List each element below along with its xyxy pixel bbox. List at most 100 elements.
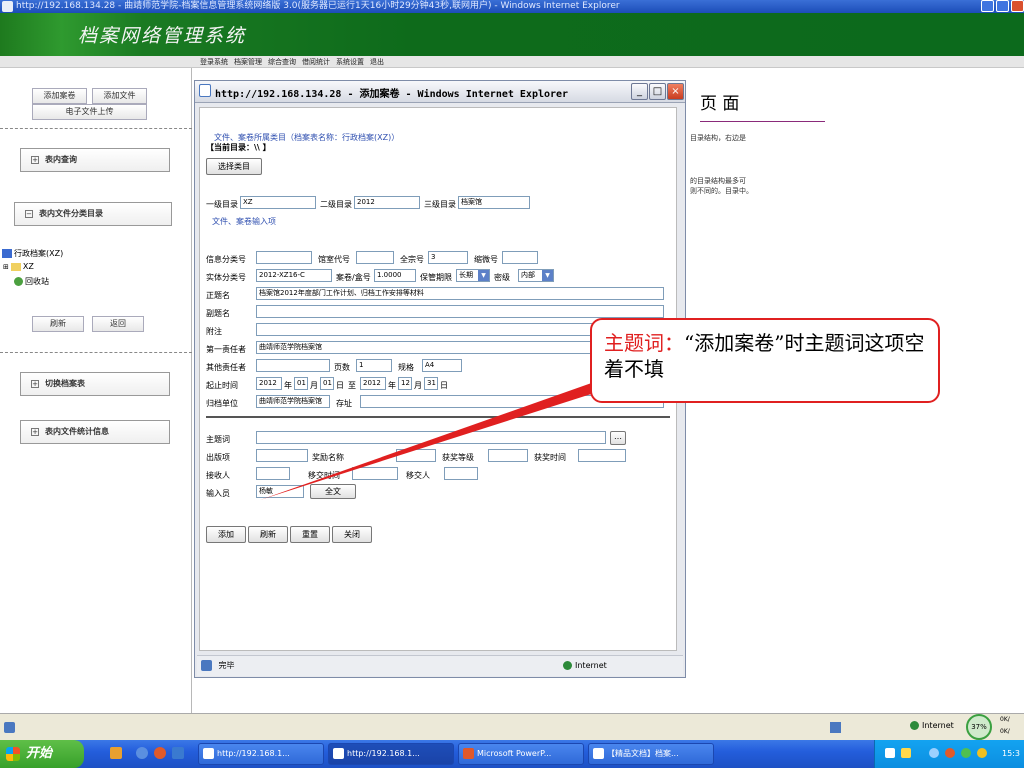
lv1-label: 一级目录 bbox=[206, 200, 238, 209]
globe-icon bbox=[563, 661, 572, 670]
transferor-field[interactable] bbox=[444, 467, 478, 480]
archive-unit-field[interactable]: 曲靖师范学院档案馆 bbox=[256, 395, 330, 408]
date-label: 起止时间 bbox=[206, 381, 238, 390]
taskbar: 开始 http://192.168.1... http://192.168.1.… bbox=[0, 740, 1024, 768]
panel-query[interactable]: + 表内查询 bbox=[20, 148, 170, 172]
clock[interactable]: 15:3 bbox=[1002, 749, 1020, 758]
maximize-icon[interactable]: □ bbox=[649, 83, 666, 100]
publication-field[interactable] bbox=[256, 449, 308, 462]
back-button[interactable]: 返回 bbox=[92, 316, 144, 332]
nav-logout[interactable]: 退出 bbox=[370, 56, 384, 68]
room-code-field[interactable] bbox=[356, 251, 394, 264]
month-label: 月 bbox=[310, 381, 318, 390]
subject-field[interactable] bbox=[256, 431, 606, 444]
panel-catalog[interactable]: − 表内文件分类目录 bbox=[14, 202, 172, 226]
tray-app-icon[interactable] bbox=[977, 748, 987, 758]
tree-recycle[interactable]: 回收站 bbox=[14, 276, 49, 287]
fulltext-button[interactable]: 全文 bbox=[310, 484, 356, 499]
minimize-icon[interactable] bbox=[981, 0, 994, 12]
award-time-label: 获奖时间 bbox=[534, 453, 566, 462]
nav-settings[interactable]: 系统设置 bbox=[336, 56, 364, 68]
system-tray: 15:3 bbox=[874, 740, 1024, 768]
transfer-time-field[interactable] bbox=[352, 467, 398, 480]
other-resp-field[interactable] bbox=[256, 359, 330, 372]
close-button[interactable]: 关闭 bbox=[332, 526, 372, 543]
task-powerpoint[interactable]: Microsoft PowerP... bbox=[458, 743, 584, 765]
period-select[interactable]: 长期 ▼ bbox=[456, 269, 490, 282]
award-name-field[interactable] bbox=[396, 449, 436, 462]
task-ie-2[interactable]: http://192.168.1... bbox=[328, 743, 454, 765]
title-field[interactable]: 档案馆2012年度部门工作计划、归档工作安排等材料 bbox=[256, 287, 664, 300]
app-quicklaunch-icon[interactable] bbox=[172, 747, 184, 759]
secret-select[interactable]: 内部 ▼ bbox=[518, 269, 554, 282]
info-class-field[interactable] bbox=[256, 251, 312, 264]
reset-button[interactable]: 重置 bbox=[290, 526, 330, 543]
start-button[interactable]: 开始 bbox=[0, 740, 84, 768]
tray-app-icon[interactable] bbox=[961, 748, 971, 758]
security-icon bbox=[830, 722, 841, 733]
lv1-field[interactable]: XZ bbox=[240, 196, 316, 209]
zone-indicator: Internet bbox=[563, 656, 607, 676]
pages-field[interactable]: 1 bbox=[356, 359, 392, 372]
start-day-field[interactable]: 01 bbox=[320, 377, 334, 390]
refresh-button[interactable]: 刷新 bbox=[32, 316, 84, 332]
collapse-icon: − bbox=[25, 209, 33, 218]
tray-app-icon[interactable] bbox=[929, 748, 939, 758]
tray-app-icon[interactable] bbox=[945, 748, 955, 758]
entity-field[interactable]: 2012-XZ16-C bbox=[256, 269, 332, 282]
quicklaunch-icon[interactable] bbox=[110, 747, 122, 759]
ie-page-icon bbox=[199, 84, 211, 97]
ie-page-icon bbox=[4, 722, 15, 733]
upload-e-file-button[interactable]: 电子文件上传 bbox=[32, 104, 147, 120]
add-file-button[interactable]: 添加文件 bbox=[92, 88, 147, 104]
top-nav: 登录系统 档案管理 综合查询 借阅统计 系统设置 退出 bbox=[0, 56, 1024, 68]
end-month-field[interactable]: 12 bbox=[398, 377, 412, 390]
help-icon[interactable] bbox=[901, 748, 911, 758]
fonds-field[interactable]: 3 bbox=[428, 251, 468, 264]
box-field[interactable]: 1.0000 bbox=[374, 269, 416, 282]
input-person-field[interactable]: 杨敏 bbox=[256, 485, 304, 498]
minimize-icon[interactable]: _ bbox=[631, 83, 648, 100]
award-level-field[interactable] bbox=[488, 449, 528, 462]
receiver-field[interactable] bbox=[256, 467, 290, 480]
subject-picker-button[interactable]: … bbox=[610, 431, 626, 445]
app-banner: 档案网络管理系统 bbox=[0, 13, 1024, 56]
ie-quicklaunch-icon[interactable] bbox=[136, 747, 148, 759]
printer-icon[interactable] bbox=[885, 748, 895, 758]
start-month-field[interactable]: 01 bbox=[294, 377, 308, 390]
browser-quicklaunch-icon[interactable] bbox=[154, 747, 166, 759]
bg-text-line: 的目录结构最多可 bbox=[690, 177, 746, 185]
nav-archive[interactable]: 档案管理 bbox=[234, 56, 262, 68]
end-year-field[interactable]: 2012 bbox=[360, 377, 386, 390]
publication-label: 出版项 bbox=[206, 453, 230, 462]
add-button[interactable]: 添加 bbox=[206, 526, 246, 543]
nav-query[interactable]: 综合查询 bbox=[268, 56, 296, 68]
tree-root[interactable]: 行政档案(XZ) bbox=[2, 248, 63, 259]
start-year-field[interactable]: 2012 bbox=[256, 377, 282, 390]
micro-field[interactable] bbox=[502, 251, 538, 264]
end-day-field[interactable]: 31 bbox=[424, 377, 438, 390]
refresh-button[interactable]: 刷新 bbox=[248, 526, 288, 543]
ie-icon bbox=[2, 1, 13, 12]
task-ie-1[interactable]: http://192.168.1... bbox=[198, 743, 324, 765]
subtitle-field[interactable] bbox=[256, 305, 664, 318]
close-icon[interactable]: × bbox=[667, 83, 684, 100]
archive-unit-label: 归档单位 bbox=[206, 399, 238, 408]
tree-node-xz[interactable]: ⊞ XZ bbox=[3, 262, 34, 271]
micro-label: 缩微号 bbox=[474, 255, 498, 264]
nav-stats[interactable]: 借阅统计 bbox=[302, 56, 330, 68]
panel-stats[interactable]: + 表内文件统计信息 bbox=[20, 420, 170, 444]
nav-login[interactable]: 登录系统 bbox=[200, 56, 228, 68]
maximize-icon[interactable] bbox=[996, 0, 1009, 12]
choose-catalog-button[interactable]: 选择类目 bbox=[206, 158, 262, 175]
award-time-field[interactable] bbox=[578, 449, 626, 462]
panel-switch-table[interactable]: + 切换档案表 bbox=[20, 372, 170, 396]
lv2-field[interactable]: 2012 bbox=[354, 196, 420, 209]
callout-key: 主题词： bbox=[604, 331, 684, 355]
task-word[interactable]: 【精品文档】档案... bbox=[588, 743, 714, 765]
award-level-label: 获奖等级 bbox=[442, 453, 474, 462]
lv3-field[interactable]: 档案馆 bbox=[458, 196, 530, 209]
spec-field[interactable]: A4 bbox=[422, 359, 462, 372]
add-volume-button[interactable]: 添加案卷 bbox=[32, 88, 87, 104]
close-icon[interactable] bbox=[1011, 0, 1024, 12]
